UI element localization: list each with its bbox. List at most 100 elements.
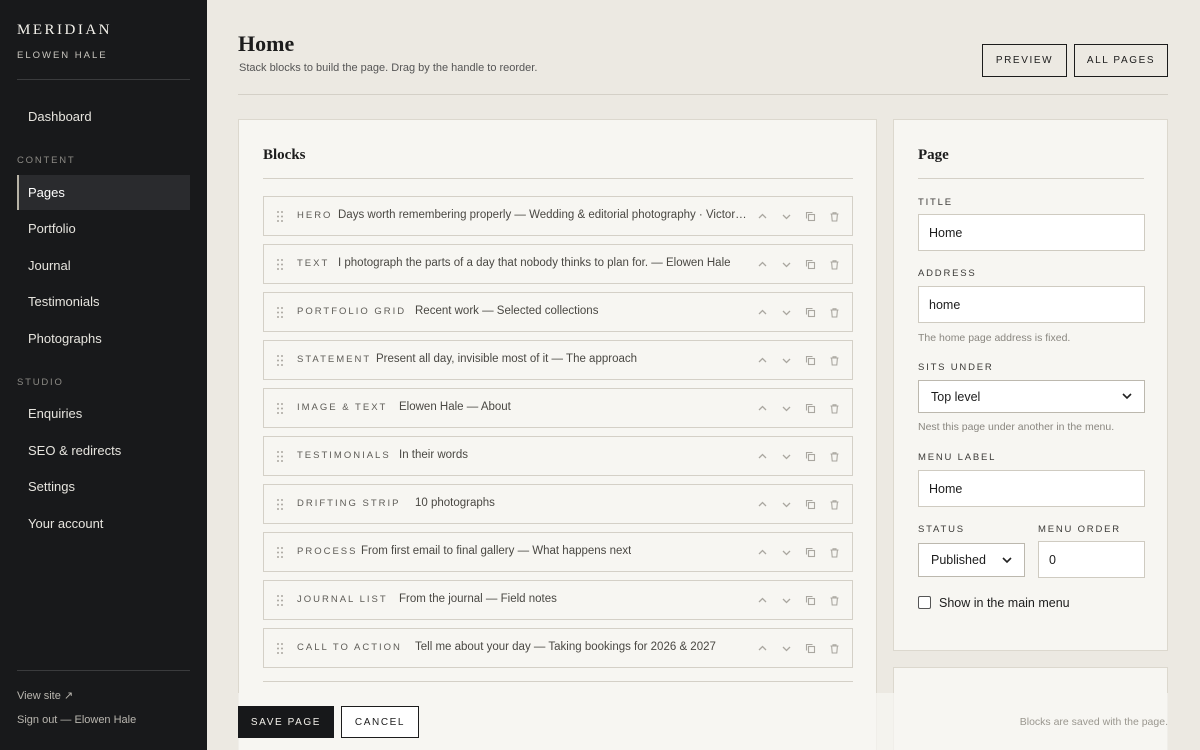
copy-icon[interactable] <box>803 593 818 608</box>
sidebar-item-pages[interactable]: Pages <box>17 175 190 210</box>
chevron-down-icon[interactable] <box>779 401 794 416</box>
chevron-down-icon[interactable] <box>779 209 794 224</box>
trash-icon[interactable] <box>827 257 842 272</box>
title-field[interactable] <box>918 214 1145 251</box>
copy-icon[interactable] <box>803 545 818 560</box>
address-field[interactable] <box>918 286 1145 323</box>
drag-handle-icon[interactable] <box>276 642 286 656</box>
cancel-button[interactable]: CANCEL <box>341 706 419 738</box>
block-row[interactable]: TEXT I photograph the parts of a day that… <box>263 244 853 284</box>
block-summary: From the journal — Field notes <box>399 593 557 605</box>
sits-under-hint: Nest this page under another in the menu… <box>918 421 1115 433</box>
save-page-button[interactable]: SAVE PAGE <box>238 706 334 738</box>
block-row[interactable]: IMAGE & TEXT Elowen Hale — About <box>263 388 853 428</box>
drag-handle-icon[interactable] <box>276 402 286 416</box>
sidebar-item-dashboard[interactable]: Dashboard <box>17 99 190 134</box>
sidebar-item-photographs[interactable]: Photographs <box>17 321 190 356</box>
chevron-down-icon[interactable] <box>779 305 794 320</box>
trash-icon[interactable] <box>827 401 842 416</box>
block-type-label: IMAGE & TEXT <box>297 402 388 413</box>
block-row[interactable]: DRIFTING STRIP 10 photographs <box>263 484 853 524</box>
status-select[interactable]: Published <box>918 543 1025 577</box>
block-actions <box>755 305 842 320</box>
show-in-menu-checkbox[interactable] <box>918 596 931 609</box>
chevron-down-icon[interactable] <box>779 257 794 272</box>
copy-icon[interactable] <box>803 353 818 368</box>
sidebar-item-seo-redirects[interactable]: SEO & redirects <box>17 433 190 468</box>
drag-handle-icon[interactable] <box>276 594 286 608</box>
drag-handle-icon[interactable] <box>276 258 286 272</box>
sits-under-select[interactable]: Top level <box>918 380 1145 413</box>
chevron-down-icon[interactable] <box>779 497 794 512</box>
sidebar-item-enquiries[interactable]: Enquiries <box>17 396 190 431</box>
block-row[interactable]: STATEMENT Present all day, invisible most… <box>263 340 853 380</box>
chevron-up-icon[interactable] <box>755 353 770 368</box>
blocks-panel: Blocks HERO Days worth remembering proper… <box>238 119 877 750</box>
chevron-up-icon[interactable] <box>755 257 770 272</box>
chevron-up-icon[interactable] <box>755 593 770 608</box>
block-summary: Recent work — Selected collections <box>415 305 599 317</box>
chevron-down-icon[interactable] <box>779 449 794 464</box>
block-row[interactable]: TESTIMONIALS In their words <box>263 436 853 476</box>
chevron-down-icon[interactable] <box>779 593 794 608</box>
chevron-down-icon[interactable] <box>779 545 794 560</box>
menu-order-field[interactable] <box>1038 541 1145 578</box>
trash-icon[interactable] <box>827 209 842 224</box>
trash-icon[interactable] <box>827 449 842 464</box>
block-type-label: TESTIMONIALS <box>297 450 391 461</box>
drag-handle-icon[interactable] <box>276 498 286 512</box>
chevron-up-icon[interactable] <box>755 209 770 224</box>
chevron-down-icon[interactable] <box>779 353 794 368</box>
trash-icon[interactable] <box>827 593 842 608</box>
page-subtitle: Stack blocks to build the page. Drag by … <box>239 62 538 74</box>
drag-handle-icon[interactable] <box>276 210 286 224</box>
copy-icon[interactable] <box>803 401 818 416</box>
copy-icon[interactable] <box>803 305 818 320</box>
sign-out-link[interactable]: Sign out — Elowen Hale <box>17 714 136 726</box>
panel-divider <box>263 178 853 179</box>
chevron-up-icon[interactable] <box>755 545 770 560</box>
block-row[interactable]: PROCESS From first email to final gallery… <box>263 532 853 572</box>
chevron-down-icon <box>1122 393 1132 400</box>
trash-icon[interactable] <box>827 353 842 368</box>
drag-handle-icon[interactable] <box>276 546 286 560</box>
copy-icon[interactable] <box>803 257 818 272</box>
sidebar-item-your-account[interactable]: Your account <box>17 506 190 541</box>
chevron-up-icon[interactable] <box>755 497 770 512</box>
all-pages-button[interactable]: ALL PAGES <box>1074 44 1168 77</box>
block-row[interactable]: JOURNAL LIST From the journal — Field not… <box>263 580 853 620</box>
preview-button[interactable]: PREVIEW <box>982 44 1067 77</box>
drag-handle-icon[interactable] <box>276 306 286 320</box>
block-row[interactable]: PORTFOLIO GRID Recent work — Selected col… <box>263 292 853 332</box>
block-actions <box>755 449 842 464</box>
trash-icon[interactable] <box>827 305 842 320</box>
block-type-label: DRIFTING STRIP <box>297 498 401 509</box>
block-summary: From first email to final gallery — What… <box>361 545 632 557</box>
trash-icon[interactable] <box>827 641 842 656</box>
block-summary: Present all day, invisible most of it — … <box>376 353 638 365</box>
trash-icon[interactable] <box>827 497 842 512</box>
trash-icon[interactable] <box>827 545 842 560</box>
block-actions <box>755 257 842 272</box>
sidebar-item-testimonials[interactable]: Testimonials <box>17 284 190 319</box>
view-site-link[interactable]: View site ↗ <box>17 689 73 702</box>
copy-icon[interactable] <box>803 449 818 464</box>
block-row[interactable]: HERO Days worth remembering properly — We… <box>263 196 853 236</box>
chevron-up-icon[interactable] <box>755 641 770 656</box>
chevron-down-icon[interactable] <box>779 641 794 656</box>
block-type-label: HERO <box>297 210 333 221</box>
sidebar-item-portfolio[interactable]: Portfolio <box>17 211 190 246</box>
menu-label-field[interactable] <box>918 470 1145 507</box>
drag-handle-icon[interactable] <box>276 354 286 368</box>
copy-icon[interactable] <box>803 497 818 512</box>
copy-icon[interactable] <box>803 641 818 656</box>
chevron-up-icon[interactable] <box>755 305 770 320</box>
sidebar-item-settings[interactable]: Settings <box>17 469 190 504</box>
sidebar-item-journal[interactable]: Journal <box>17 248 190 283</box>
chevron-up-icon[interactable] <box>755 401 770 416</box>
chevron-up-icon[interactable] <box>755 449 770 464</box>
copy-icon[interactable] <box>803 209 818 224</box>
block-actions <box>755 641 842 656</box>
drag-handle-icon[interactable] <box>276 450 286 464</box>
block-row[interactable]: CALL TO ACTION Tell me about your day — T… <box>263 628 853 668</box>
